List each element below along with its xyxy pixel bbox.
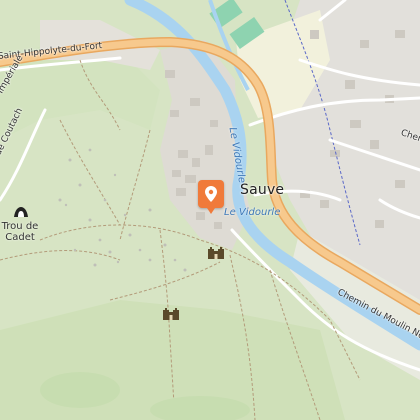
location-pin-icon <box>205 186 217 202</box>
map-view[interactable]: Saint-Hippolyte-du-Fort de Coutach Impér… <box>0 0 420 420</box>
castle-ruin-icon[interactable] <box>208 246 224 259</box>
castle-ruin-icon[interactable] <box>163 307 179 320</box>
cave-icon <box>14 207 28 217</box>
location-marker[interactable] <box>198 180 224 214</box>
